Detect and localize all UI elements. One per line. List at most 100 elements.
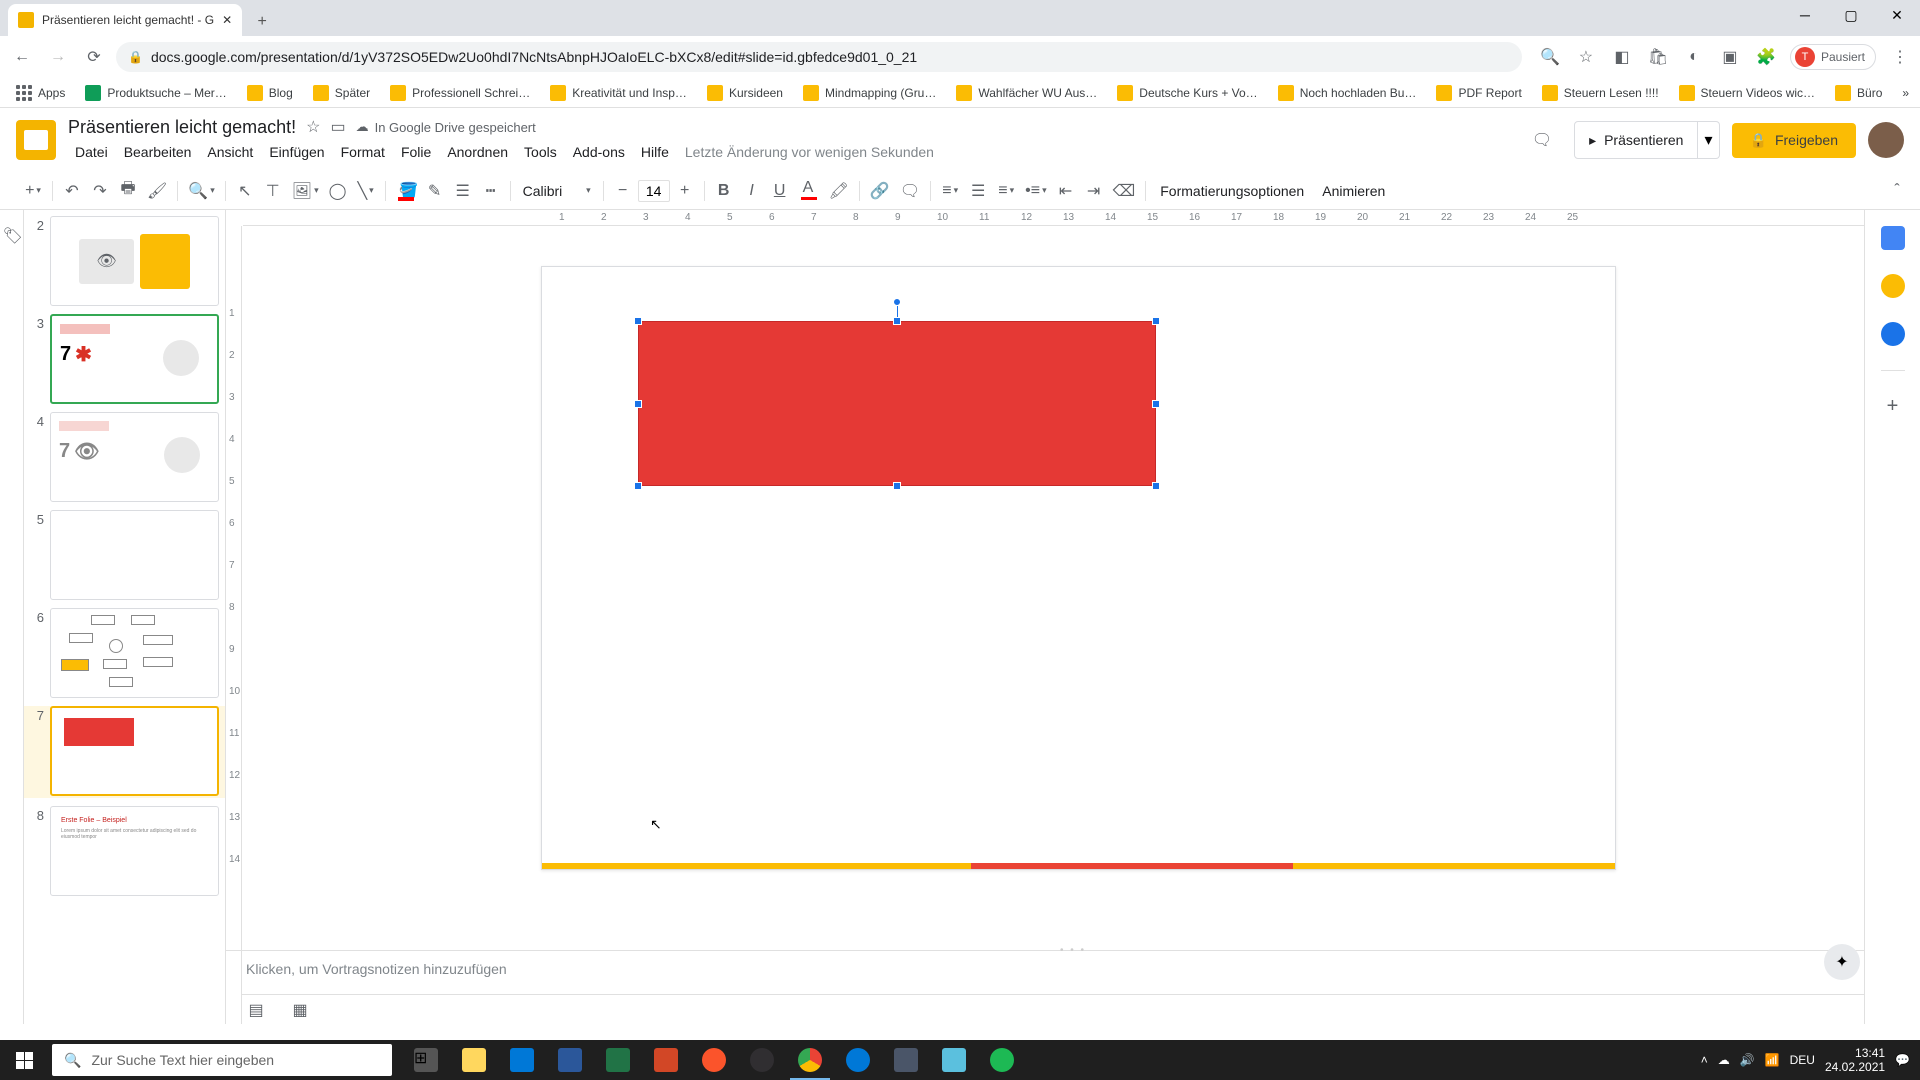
slide-thumbnail-3[interactable]: 7✱ (50, 314, 219, 404)
resize-handle-s[interactable] (893, 482, 901, 490)
profile-badge[interactable]: T Pausiert (1790, 44, 1876, 70)
bookmark-item[interactable]: Kreativität und Insp… (542, 81, 695, 105)
horizontal-ruler[interactable]: 1 2 3 4 5 6 7 8 9 10 11 12 13 14 15 16 1… (243, 210, 1920, 226)
clear-format-button[interactable]: ⌫ (1109, 178, 1140, 204)
paint-format-button[interactable]: 🖌 (143, 178, 171, 204)
slide-thumbnail-6[interactable] (50, 608, 219, 698)
task-view-button[interactable]: ⊞ (402, 1040, 450, 1080)
bookmark-item[interactable]: Wahlfächer WU Aus… (948, 81, 1105, 105)
minimize-button[interactable]: ─ (1782, 0, 1828, 30)
slide-canvas[interactable] (541, 266, 1616, 870)
bulleted-list-button[interactable]: •≡▾ (1021, 178, 1050, 204)
tray-language[interactable]: DEU (1790, 1053, 1815, 1067)
resize-handle-ne[interactable] (1152, 317, 1160, 325)
powerpoint-button[interactable] (642, 1040, 690, 1080)
slide-thumbnail-2[interactable]: 👁 (50, 216, 219, 306)
keep-addon-icon[interactable] (1881, 274, 1905, 298)
bookmark-item[interactable]: Deutsche Kurs + Vo… (1109, 81, 1265, 105)
tray-chevron-icon[interactable]: ˄ (1701, 1053, 1708, 1067)
browser-tab[interactable]: Präsentieren leicht gemacht! - G ✕ (8, 4, 242, 36)
text-color-button[interactable]: A (795, 178, 823, 204)
select-tool[interactable]: ↖ (232, 178, 258, 204)
comment-button[interactable]: 🗨 (896, 178, 924, 204)
bookmark-overflow[interactable]: » (1894, 82, 1917, 104)
font-size-input[interactable] (638, 180, 670, 202)
animate-button[interactable]: Animieren (1314, 183, 1393, 199)
align-button[interactable]: ≡▾ (937, 178, 963, 204)
spotify-button[interactable] (978, 1040, 1026, 1080)
bookmark-item[interactable]: Professionell Schrei… (382, 81, 538, 105)
cast-icon[interactable]: ▣ (1718, 45, 1742, 69)
link-button[interactable]: 🔗 (866, 178, 894, 204)
redo-button[interactable]: ↷ (87, 178, 113, 204)
format-options-button[interactable]: Formatierungsoptionen (1152, 183, 1312, 199)
notepad-button[interactable] (930, 1040, 978, 1080)
reader-icon[interactable]: ◧ (1610, 45, 1634, 69)
indent-decrease-button[interactable]: ⇤ (1053, 178, 1079, 204)
tray-notifications-icon[interactable]: 💬 (1895, 1053, 1910, 1067)
new-tab-button[interactable]: + (248, 8, 276, 36)
close-window-button[interactable]: ✕ (1874, 0, 1920, 30)
font-size-increase[interactable]: + (672, 178, 698, 204)
extension-icon[interactable]: 🛍 (1646, 45, 1670, 69)
file-explorer-button[interactable] (450, 1040, 498, 1080)
textbox-tool[interactable]: ⊤ (260, 178, 286, 204)
resize-handle-sw[interactable] (634, 482, 642, 490)
brave-button[interactable] (690, 1040, 738, 1080)
bold-button[interactable]: B (711, 178, 737, 204)
bookmark-item[interactable]: PDF Report (1428, 81, 1529, 105)
print-button[interactable]: 🖶 (115, 178, 141, 204)
close-tab-icon[interactable]: ✕ (222, 13, 232, 27)
font-size-decrease[interactable]: − (610, 178, 636, 204)
bookmark-item[interactable]: Büro (1827, 81, 1890, 105)
menu-slide[interactable]: Folie (394, 140, 438, 164)
fill-color-button[interactable]: 🪣 (392, 178, 420, 204)
maximize-button[interactable]: ▢ (1828, 0, 1874, 30)
indent-increase-button[interactable]: ⇥ (1081, 178, 1107, 204)
word-button[interactable] (546, 1040, 594, 1080)
shape-tool[interactable]: ◯ (325, 178, 351, 204)
comments-button[interactable]: 🗨 (1522, 120, 1562, 160)
bookmark-item[interactable]: Später (305, 81, 378, 105)
present-button[interactable]: ▸ Präsentieren (1574, 121, 1698, 159)
selected-rectangle-shape[interactable] (638, 321, 1156, 486)
star-icon[interactable]: ☆ (306, 117, 320, 137)
calendar-addon-icon[interactable] (1881, 226, 1905, 250)
bookmark-item[interactable]: Steuern Videos wic… (1671, 81, 1824, 105)
slides-logo-icon[interactable] (16, 120, 56, 160)
resize-handle-se[interactable] (1152, 482, 1160, 490)
resize-handle-w[interactable] (634, 400, 642, 408)
zoom-icon[interactable]: 🔍 (1538, 45, 1562, 69)
forward-button[interactable]: → (44, 43, 72, 71)
slide-thumbnail-5[interactable] (50, 510, 219, 600)
user-avatar[interactable] (1868, 122, 1904, 158)
last-change-link[interactable]: Letzte Änderung vor wenigen Sekunden (678, 140, 941, 164)
italic-button[interactable]: I (739, 178, 765, 204)
menu-arrange[interactable]: Anordnen (440, 140, 515, 164)
incognito-icon[interactable]: ◐ (1682, 45, 1706, 69)
start-button[interactable] (0, 1040, 48, 1080)
bookmark-item[interactable]: Steuern Lesen !!!! (1534, 81, 1667, 105)
tray-onedrive-icon[interactable]: ☁ (1718, 1053, 1730, 1067)
tag-icon[interactable]: 🏷 (3, 226, 21, 244)
edge-button[interactable] (834, 1040, 882, 1080)
screenrec-button[interactable] (882, 1040, 930, 1080)
line-spacing-button[interactable]: ☰ (965, 178, 991, 204)
grid-view-button[interactable]: ▦ (286, 998, 314, 1022)
resize-handle-nw[interactable] (634, 317, 642, 325)
bookmark-item[interactable]: Produktsuche – Mer… (77, 81, 234, 105)
bookmark-apps[interactable]: Apps (8, 81, 73, 105)
tasks-addon-icon[interactable] (1881, 322, 1905, 346)
underline-button[interactable]: U (767, 178, 793, 204)
edge-legacy-button[interactable] (498, 1040, 546, 1080)
menu-format[interactable]: Format (334, 140, 392, 164)
slide-thumbnail-4[interactable]: 7👁 (50, 412, 219, 502)
tray-wifi-icon[interactable]: 📶 (1765, 1053, 1780, 1067)
undo-button[interactable]: ↶ (59, 178, 85, 204)
border-weight-button[interactable]: ☰ (450, 178, 476, 204)
extensions-puzzle-icon[interactable]: 🧩 (1754, 45, 1778, 69)
font-family-select[interactable]: Calibri▾ (517, 183, 597, 199)
save-status[interactable]: ☁ In Google Drive gespeichert (356, 119, 536, 135)
border-color-button[interactable]: ✎ (422, 178, 448, 204)
bookmark-item[interactable]: Mindmapping (Gru… (795, 81, 944, 105)
